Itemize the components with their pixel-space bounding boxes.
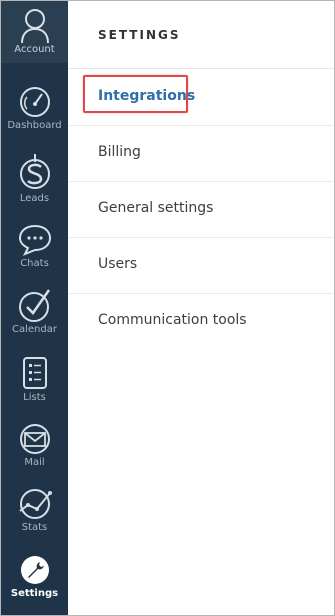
sidebar-item-label: Settings bbox=[10, 588, 59, 599]
sidebar-item-label: Mail bbox=[24, 457, 45, 468]
menu-item-label: Communication tools bbox=[98, 312, 247, 328]
sidebar-item-dashboard[interactable]: Dashboard bbox=[1, 85, 68, 151]
page-title: SETTINGS bbox=[98, 28, 181, 42]
sidebar-item-label: Chats bbox=[20, 258, 49, 269]
wrench-icon bbox=[20, 556, 49, 584]
sidebar-item-leads[interactable]: Leads bbox=[1, 152, 68, 218]
checkmark-icon bbox=[18, 289, 50, 322]
sidebar-item-stats[interactable]: Stats bbox=[1, 487, 68, 553]
settings-menu-users[interactable]: Users bbox=[68, 237, 334, 294]
sidebar-item-label: Lists bbox=[23, 392, 46, 403]
sidebar-item-chats[interactable]: Chats bbox=[1, 223, 68, 289]
menu-item-label: General settings bbox=[98, 200, 214, 216]
sidebar-item-account[interactable]: Account bbox=[1, 1, 68, 63]
sidebar-item-calendar[interactable]: Calendar bbox=[1, 287, 68, 353]
graph-icon bbox=[18, 489, 52, 519]
sidebar-item-mail[interactable]: Mail bbox=[1, 422, 68, 488]
dollar-icon bbox=[19, 154, 50, 189]
sidebar-item-lists[interactable]: Lists bbox=[1, 355, 68, 421]
settings-panel: SETTINGS Integrations Billing General se… bbox=[68, 1, 334, 615]
menu-item-label: Integrations bbox=[98, 88, 196, 104]
settings-menu-billing[interactable]: Billing bbox=[68, 125, 334, 182]
sidebar-item-settings[interactable]: Settings bbox=[1, 553, 68, 615]
settings-menu-integrations[interactable]: Integrations bbox=[68, 69, 334, 126]
app-window: Account Dashboard Leads Chats Calendar L… bbox=[0, 0, 335, 616]
list-icon bbox=[22, 357, 47, 389]
envelope-icon bbox=[19, 424, 50, 454]
sidebar-nav: Account Dashboard Leads Chats Calendar L… bbox=[1, 1, 68, 615]
sidebar-item-label: Account bbox=[14, 44, 55, 55]
sidebar-item-label: Leads bbox=[19, 193, 50, 204]
menu-item-label: Users bbox=[98, 256, 138, 272]
sidebar-item-label: Dashboard bbox=[7, 120, 62, 131]
sidebar-item-label: Calendar bbox=[12, 324, 57, 335]
user-icon bbox=[20, 9, 49, 43]
speedometer-icon bbox=[19, 87, 50, 117]
sidebar-item-label: Stats bbox=[21, 522, 48, 533]
chat-bubble-icon bbox=[18, 224, 51, 256]
settings-menu-communication-tools[interactable]: Communication tools bbox=[68, 293, 334, 349]
settings-menu-general-settings[interactable]: General settings bbox=[68, 181, 334, 238]
menu-item-label: Billing bbox=[98, 144, 141, 160]
